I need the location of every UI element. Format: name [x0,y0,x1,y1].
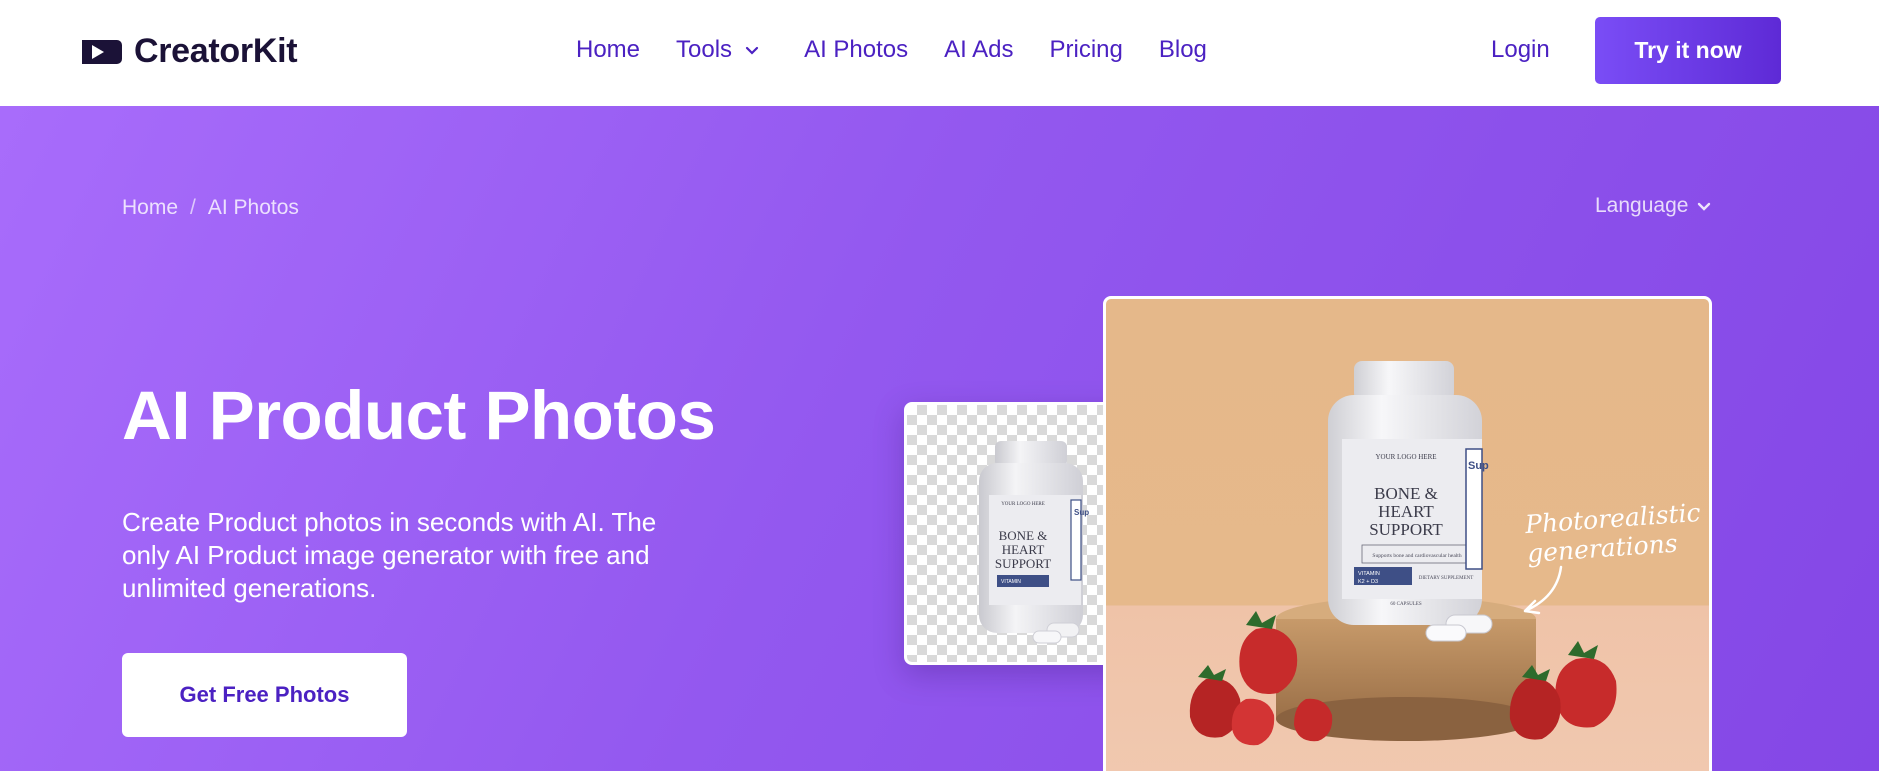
chevron-down-icon [745,46,759,55]
photo-bottle-name-1: BONE & [1374,484,1438,503]
breadcrumb: Home / AI Photos [122,196,299,220]
nav-pricing[interactable]: Pricing [1050,36,1123,64]
breadcrumb-home[interactable]: Home [122,196,178,220]
nav-ai-ads[interactable]: AI Ads [944,36,1013,64]
brand-logo[interactable]: CreatorKit [82,32,298,71]
login-link[interactable]: Login [1491,36,1550,64]
photo-bottle-vitamin-detail: K2 + D3 [1358,579,1378,585]
nav-blog-label: Blog [1158,36,1207,63]
breadcrumb-separator: / [190,196,196,219]
photo-bottle-name-3: SUPPORT [1369,520,1443,539]
language-label: Language [1595,194,1689,217]
logo-icon [82,39,122,64]
bottle-logo-text: YOUR LOGO HERE [1001,502,1045,507]
nav-ai-photos-label: AI Photos [804,36,909,63]
try-it-now-button[interactable]: Try it now [1595,17,1781,84]
photo-caption: Photorealistic generations [1524,498,1703,568]
photo-bottle-count: 60 CAPSULES [1390,602,1421,607]
bottle-side-label: Sup [1074,508,1089,517]
nav-home[interactable]: Home [576,36,640,64]
nav-ai-photos[interactable]: AI Photos [804,36,908,64]
bottle-vitamin: VITAMIN [1001,579,1021,585]
language-selector[interactable]: Language [1595,194,1712,218]
photo-bottle-supplement: DIETARY SUPPLEMENT [1419,576,1474,581]
nav-tools-label: Tools [676,36,733,63]
bottle-name-1: BONE & [999,528,1048,543]
nav-blog[interactable]: Blog [1159,36,1207,64]
page-title: AI Product Photos [122,377,716,454]
photo-bottle-side-label: Sup [1468,460,1489,472]
generated-product-photo: YOUR LOGO HERE BONE & HEART SUPPORT Supp… [1103,296,1712,771]
bottle-name-3: SUPPORT [995,556,1051,571]
nav-tools[interactable]: Tools [676,36,760,64]
photo-bottle-logo-text: YOUR LOGO HERE [1375,453,1436,461]
chevron-down-icon [1698,202,1711,211]
bottle-name-2: HEART [1002,542,1045,557]
nav-home-label: Home [576,36,641,63]
nav-ai-ads-label: AI Ads [944,36,1014,63]
hero-section: Home / AI Photos Language AI Product Pho… [0,106,1879,771]
brand-name: CreatorKit [134,32,298,70]
main-nav: Home Tools AI Photos AI Ads Pricing Blog [576,36,1243,64]
hero-description: Create Product photos in seconds with AI… [122,507,657,603]
photo-bottle-tagline: Supports bone and cardiovascular health [1372,553,1461,559]
photo-bottle-vitamin: VITAMIN [1358,571,1380,577]
nav-pricing-label: Pricing [1049,36,1123,63]
photo-bottle-name-2: HEART [1378,502,1434,521]
site-header: CreatorKit Home Tools AI Photos AI Ads P… [0,0,1879,106]
get-free-photos-button[interactable]: Get Free Photos [122,653,407,737]
breadcrumb-current: AI Photos [207,196,299,219]
